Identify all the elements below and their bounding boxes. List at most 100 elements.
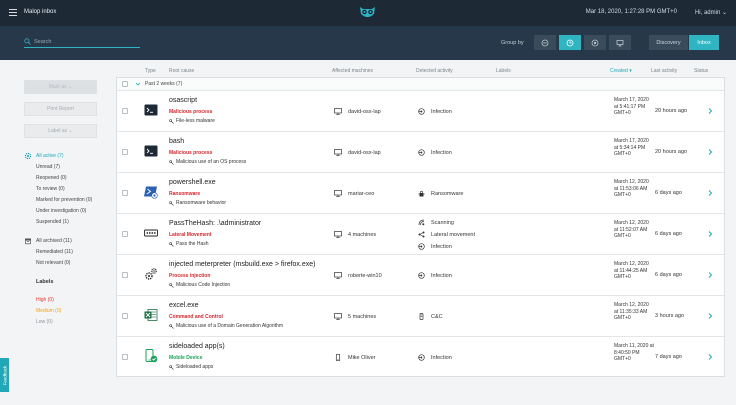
column-affected-machines[interactable]: Affected machines bbox=[332, 68, 373, 74]
sidebar-item-to-review[interactable]: To review (0) bbox=[36, 186, 65, 192]
affected-machine[interactable]: 5 machines bbox=[334, 313, 376, 320]
key-icon bbox=[169, 118, 174, 124]
row-checkbox[interactable] bbox=[122, 231, 128, 237]
table-row[interactable]: PassTheHash: .\administrator Lateral Mov… bbox=[117, 214, 724, 255]
activity-item: Ransomware bbox=[418, 190, 463, 197]
last-activity: 6 days ago bbox=[655, 190, 682, 196]
table-row[interactable]: injected meterpreter (msbuild.exe > fire… bbox=[117, 255, 724, 296]
activity-item: Scanning bbox=[418, 219, 454, 226]
sub-cause: Malicious use of an OS process bbox=[169, 159, 246, 165]
feedback-tab[interactable]: Feedback bbox=[0, 358, 9, 392]
mark-as-button[interactable]: Mark as ⌄ bbox=[24, 80, 97, 94]
row-checkbox[interactable] bbox=[122, 190, 128, 196]
process-name[interactable]: PassTheHash: .\administrator bbox=[169, 220, 261, 227]
process-name[interactable]: bash bbox=[169, 138, 184, 145]
sidebar-item-marked-for-prevention[interactable]: Marked for prevention (0) bbox=[36, 197, 92, 203]
chevron-right-icon[interactable] bbox=[707, 148, 713, 156]
search-box[interactable] bbox=[24, 37, 140, 48]
row-checkbox[interactable] bbox=[122, 354, 128, 360]
discovery-button[interactable]: Discovery bbox=[649, 35, 688, 50]
affected-machine[interactable]: david-osx-lap bbox=[334, 108, 381, 115]
affected-machine[interactable]: david-osx-lap bbox=[334, 149, 381, 156]
group-by-machine-button[interactable] bbox=[609, 35, 631, 50]
sidebar-item-reopened[interactable]: Reopened (0) bbox=[36, 175, 67, 181]
process-name[interactable]: powershell.exe bbox=[169, 179, 216, 186]
column-root-cause[interactable]: Root cause bbox=[169, 68, 194, 74]
search-input[interactable] bbox=[34, 37, 138, 47]
root-cause: Ransomware bbox=[169, 191, 201, 197]
column-type[interactable]: Type bbox=[145, 68, 156, 74]
process-name[interactable]: osascript bbox=[169, 97, 197, 104]
sidebar-item-not-relevant[interactable]: Not relevant (0) bbox=[36, 260, 70, 266]
monitor-icon bbox=[616, 39, 624, 46]
column-labels[interactable]: Labels bbox=[496, 68, 511, 74]
chevron-down-icon[interactable] bbox=[135, 81, 141, 87]
column-last-activity[interactable]: Last activity bbox=[651, 68, 677, 74]
row-checkbox[interactable] bbox=[122, 272, 128, 278]
labels-title: Labels bbox=[36, 279, 54, 285]
group-by-time-button[interactable] bbox=[559, 35, 581, 50]
table-row[interactable]: sideloaded app(s) Mobile Device Sideload… bbox=[117, 337, 724, 378]
process-name[interactable]: excel.exe bbox=[169, 302, 199, 309]
chevron-right-icon[interactable] bbox=[707, 107, 713, 115]
column-detected-activity[interactable]: Detected activity bbox=[416, 68, 453, 74]
group-label: Past 2 weeks (7) bbox=[145, 81, 183, 87]
row-checkbox[interactable] bbox=[122, 313, 128, 319]
chevron-right-icon[interactable] bbox=[707, 189, 713, 197]
affected-machine[interactable]: 4 machines bbox=[334, 231, 376, 238]
chevron-right-icon[interactable] bbox=[707, 271, 713, 279]
table-row[interactable]: bash Malicious process Malicious use of … bbox=[117, 132, 724, 173]
menu-icon[interactable] bbox=[9, 9, 17, 16]
group-checkbox[interactable] bbox=[122, 81, 128, 87]
sidebar-item-under-investigation[interactable]: Under investigation (0) bbox=[36, 208, 86, 214]
group-by-none-button[interactable] bbox=[534, 35, 556, 50]
affected-machine[interactable]: roberte-win10 bbox=[334, 272, 382, 279]
label-as-button[interactable]: Label as ⌄ bbox=[24, 124, 97, 138]
row-checkbox[interactable] bbox=[122, 108, 128, 114]
machine-name: david-osx-lap bbox=[348, 108, 381, 115]
activity-label: Infection bbox=[431, 354, 452, 361]
process-name[interactable]: sideloaded app(s) bbox=[169, 343, 225, 350]
user-menu[interactable]: Hi, admin ⌄ bbox=[695, 9, 727, 16]
sidebar-item-remediated[interactable]: Remediated (11) bbox=[36, 249, 73, 255]
sidebar-item-unread[interactable]: Unread (7) bbox=[36, 164, 60, 170]
sidebar-item-all-active[interactable]: All active (7) bbox=[36, 153, 64, 159]
label-filter-high[interactable]: High (0) bbox=[36, 297, 54, 303]
group-row[interactable]: Past 2 weeks (7) bbox=[117, 78, 724, 91]
affected-machine[interactable]: mariar-ceo bbox=[334, 190, 374, 197]
sidebar-item-suspended[interactable]: Suspended (1) bbox=[36, 219, 69, 225]
label-filter-medium[interactable]: Medium (0) bbox=[36, 308, 61, 314]
row-checkbox[interactable] bbox=[122, 149, 128, 155]
affected-machine[interactable]: Mike Oliver bbox=[334, 354, 376, 361]
created-date: March 11, 2020 at 8:40:50 PM GMT+0 bbox=[614, 343, 654, 362]
root-cause: Lateral Movement bbox=[169, 232, 212, 238]
excel-icon bbox=[144, 309, 158, 321]
activity-label: Lateral movement bbox=[431, 231, 476, 238]
monitor-icon bbox=[334, 231, 342, 238]
column-created[interactable]: Created ▾ bbox=[610, 68, 632, 74]
table-row[interactable]: powershell.exe Ransomware Ransomware beh… bbox=[117, 173, 724, 214]
infection-icon bbox=[418, 354, 425, 361]
chevron-right-icon[interactable] bbox=[707, 230, 713, 238]
table-row[interactable]: excel.exe Command and Control Malicious … bbox=[117, 296, 724, 337]
activity-label: Infection bbox=[431, 272, 452, 279]
last-activity: 20 hours ago bbox=[655, 108, 688, 114]
activity-item: C&C bbox=[418, 313, 443, 320]
top-bar: Malop inbox Mar 18, 2020, 1:27:28 PM GMT… bbox=[0, 0, 736, 26]
inbox-button[interactable]: Inbox bbox=[689, 35, 719, 50]
table-row[interactable]: osascript Malicious process File-less ma… bbox=[117, 91, 724, 132]
process-name[interactable]: injected meterpreter (msbuild.exe > fire… bbox=[169, 261, 315, 268]
active-gear-icon bbox=[24, 152, 32, 160]
print-report-button[interactable]: Print Report bbox=[24, 102, 97, 116]
key-icon bbox=[169, 282, 174, 288]
chevron-right-icon[interactable] bbox=[707, 312, 713, 320]
last-activity: 3 hours ago bbox=[655, 313, 685, 319]
group-by-activity-button[interactable] bbox=[584, 35, 606, 50]
sidebar-item-all-archived[interactable]: All archived (11) bbox=[36, 238, 72, 244]
column-status[interactable]: Status bbox=[694, 68, 708, 74]
activity-icon bbox=[591, 39, 599, 46]
chevron-right-icon[interactable] bbox=[707, 353, 713, 361]
label-filter-low[interactable]: Low (0) bbox=[36, 319, 53, 325]
last-activity: 7 days ago bbox=[655, 354, 682, 360]
sub-cause-label: Malicious Code Injection bbox=[176, 282, 231, 288]
